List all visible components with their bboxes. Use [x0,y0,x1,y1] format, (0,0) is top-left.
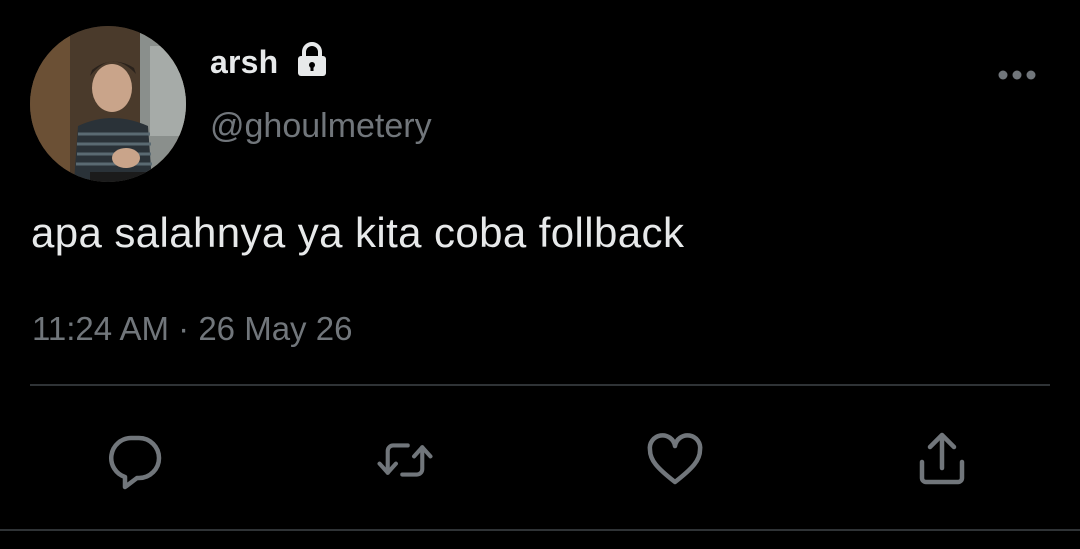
user-handle[interactable]: @ghoulmetery [210,104,432,148]
reply-icon [109,435,162,490]
bottom-divider [0,529,1080,531]
tweet-detail: arsh @ghoulmetery apa salahnya ya kita c… [0,0,1080,549]
reply-button[interactable] [105,430,165,490]
more-options-button[interactable] [995,60,1039,90]
lock-icon [298,42,326,76]
share-icon [919,432,965,485]
share-button[interactable] [912,430,972,490]
heart-icon [647,433,703,485]
display-name[interactable]: arsh [210,42,278,82]
avatar-photo [30,26,186,182]
retweet-button[interactable] [375,430,435,490]
divider [30,384,1050,386]
like-button[interactable] [645,430,705,490]
tweet-meta: 11:24 AM · 26 May 26 [32,308,352,350]
meta-separator: · [178,310,190,347]
more-horizontal-icon [998,70,1036,80]
tweet-time[interactable]: 11:24 AM [32,310,169,347]
tweet-text: apa salahnya ya kita coba follback [31,209,685,256]
retweet-icon [377,443,433,477]
avatar[interactable] [30,26,186,182]
tweet-date[interactable]: 26 May 26 [198,310,352,347]
